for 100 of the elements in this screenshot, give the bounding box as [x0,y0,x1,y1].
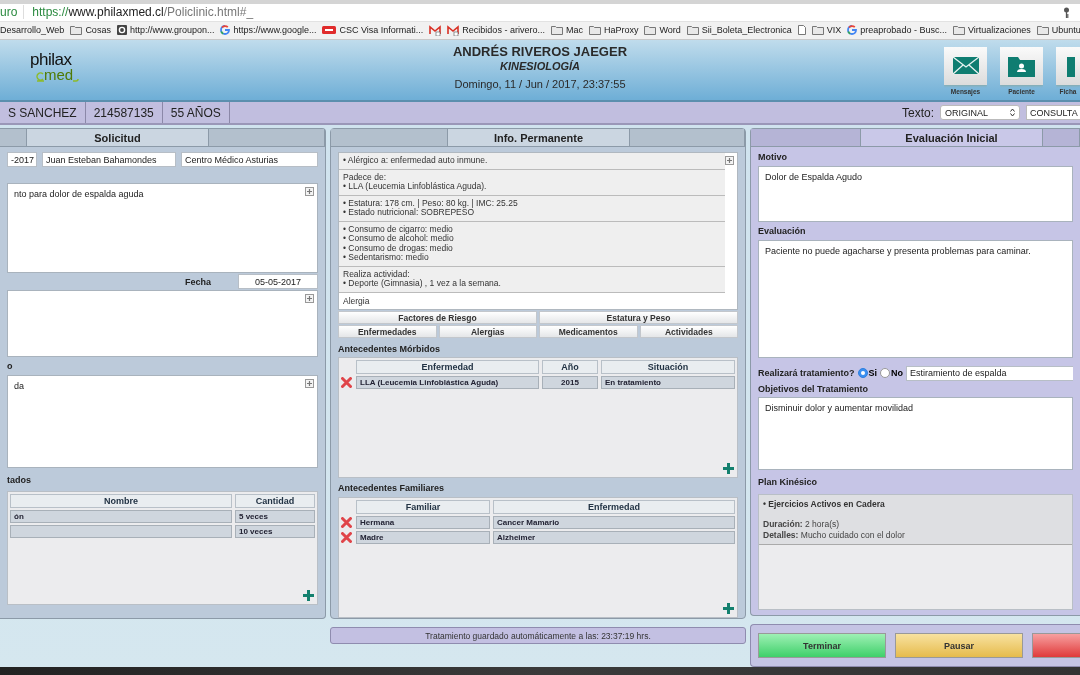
table-cell: Cancer Mamario [493,516,735,529]
date-field[interactable]: 05-05-2017 [238,274,318,289]
key-icon[interactable] [1063,6,1070,18]
text-area[interactable]: Disminuir dolor y aumentar movilidad [758,397,1073,470]
category-button[interactable]: Estatura y Peso [539,311,738,324]
updown-icon [1010,108,1015,118]
field-label: Plan Kinésico [758,477,818,487]
patient-info: 55 AÑOS [162,102,230,123]
section-title: Antecedentes Familiares [338,483,445,493]
bookmark[interactable] [797,25,806,36]
info-line: • Consumo de alcohol: medio [343,234,455,244]
add-icon[interactable] [723,603,734,614]
expand-icon[interactable] [725,156,734,165]
category-button[interactable]: Alergias [438,325,537,338]
patient-info: S SANCHEZ [0,102,86,123]
info-line: • LLA (Leucemia Linfoblástica Aguda). [343,182,488,192]
action-button[interactable]: Pausar [895,633,1023,658]
page-icon [797,25,806,36]
treatment-field[interactable]: Estiramiento de espalda [906,365,1073,381]
section-label: o [7,361,13,371]
status-message: Tratamiento guardado automáticamente a las: 23:37:19 hrs. [330,627,746,644]
bookmark[interactable]: https://www.google... [220,25,317,36]
bookmark[interactable]: Recibidos - arivero... [447,24,545,36]
bookmark[interactable]: Cosas [70,25,111,36]
category-button[interactable]: Medicamentos [539,325,638,338]
info-line: • Alérgico a: enfermedad auto inmune. [343,156,489,166]
action-button[interactable]: Terminar [758,633,886,658]
bookmark[interactable]: Virtualizaciones [952,25,1031,36]
patient-info: 214587135 [85,102,163,123]
category-button[interactable]: Factores de Riesgo [338,311,537,324]
text-area[interactable]: da [7,375,318,468]
info-line: • Sedentarismo: medio [343,253,430,263]
table-cell: LLA (Leucemia Linfoblástica Aguda) [356,376,539,389]
text-area[interactable]: Paciente no puede agacharse y presenta problemas para caminar. [758,240,1073,358]
envelope-icon [951,56,980,76]
column-header: Familiar [356,500,490,514]
table-cell: Hermana [356,516,490,529]
column-header: Enfermedad [356,360,539,374]
question-label: Realizará tratamiento? [758,368,855,378]
expand-icon[interactable] [305,187,314,196]
logo: philax med [0,39,453,101]
text-area[interactable]: Dolor de Espalda Agudo [758,166,1073,222]
google-icon [847,25,858,36]
tab[interactable]: Evaluación Inicial [861,129,1043,147]
column-header: Año [542,360,598,374]
mail-icon [429,24,442,36]
bookmark[interactable]: http://www.groupon... [116,25,215,36]
table-cell: 2015 [542,376,598,389]
info-line: Alergia [342,294,371,308]
column-header: Nombre [10,494,232,508]
delete-icon[interactable] [341,377,352,388]
folder-person-icon [1008,54,1035,77]
date-field[interactable]: -2017 [7,152,37,167]
app-icon [116,25,127,36]
add-icon[interactable] [723,463,734,474]
table-cell: En tratamiento [601,376,735,389]
bookmark[interactable]: Mac [550,25,583,36]
specialty: KINESIOLOGÍA [499,59,581,72]
column-header: Cantidad [235,494,315,508]
card-icon [322,26,337,35]
bookmark[interactable]: Ubuntu [1036,25,1080,36]
column-header: Enfermedad [493,500,735,514]
info-line: • Estado nutricional: SOBREPESO [343,208,475,218]
bookmark[interactable]: Desarrollo_Web [0,25,65,36]
delete-icon[interactable] [341,532,352,543]
category-button[interactable]: Enfermedades [338,325,437,338]
mode-field[interactable]: CONSULTA [1026,105,1080,121]
expand-icon[interactable] [305,379,314,388]
plan-title: • Ejercicios Activos en Cadera [763,499,886,509]
field-label: Motivo [758,151,787,162]
text-label: Texto: [902,105,934,120]
category-button[interactable]: Actividades [639,325,738,338]
radio-option[interactable]: No [880,368,904,378]
bookmark[interactable] [429,24,442,36]
bookmark[interactable]: Word [644,25,681,36]
expand-icon[interactable] [305,294,314,303]
bookmark[interactable]: VIX [811,25,842,36]
address-field[interactable]: https://www.philaxmed.cl/Policlinic.html#_ [32,5,254,20]
text-select[interactable]: ORIGINAL [940,105,1020,121]
bookmark[interactable]: preaprobado - Busc... [847,25,947,36]
date-label: Fecha [185,276,211,287]
table-cell: ón [10,510,232,523]
tab[interactable]: Solicitud [27,129,209,147]
add-icon[interactable] [303,590,314,601]
text-area[interactable]: nto para dolor de espalda aguda [7,183,318,273]
field-label: Objetivos del Tratamiento [758,384,869,394]
center-field[interactable]: Centro Médico Asturias [181,152,318,167]
info-line: • Estatura: 178 cm. | Peso: 80 kg. | IMC: 25.25 [343,198,519,208]
field-label: Evaluación [758,226,806,236]
doctor-field[interactable]: Juan Esteban Bahamondes [42,152,176,167]
plan-detail: Detalles: Mucho cuidado con el dolor [763,530,906,540]
delete-icon[interactable] [341,517,352,528]
table-cell: 10 veces [235,525,315,538]
bookmark[interactable]: CSC Visa Informati... [322,25,424,36]
text-area[interactable] [7,290,318,357]
mail-icon [447,24,460,36]
bookmark[interactable]: HaProxy [588,25,639,36]
bookmark[interactable]: Sii_Boleta_Electronica [686,25,792,36]
info-line: • Consumo de cigarro: medio [343,224,453,234]
tab[interactable]: Info. Permanente [448,129,630,147]
